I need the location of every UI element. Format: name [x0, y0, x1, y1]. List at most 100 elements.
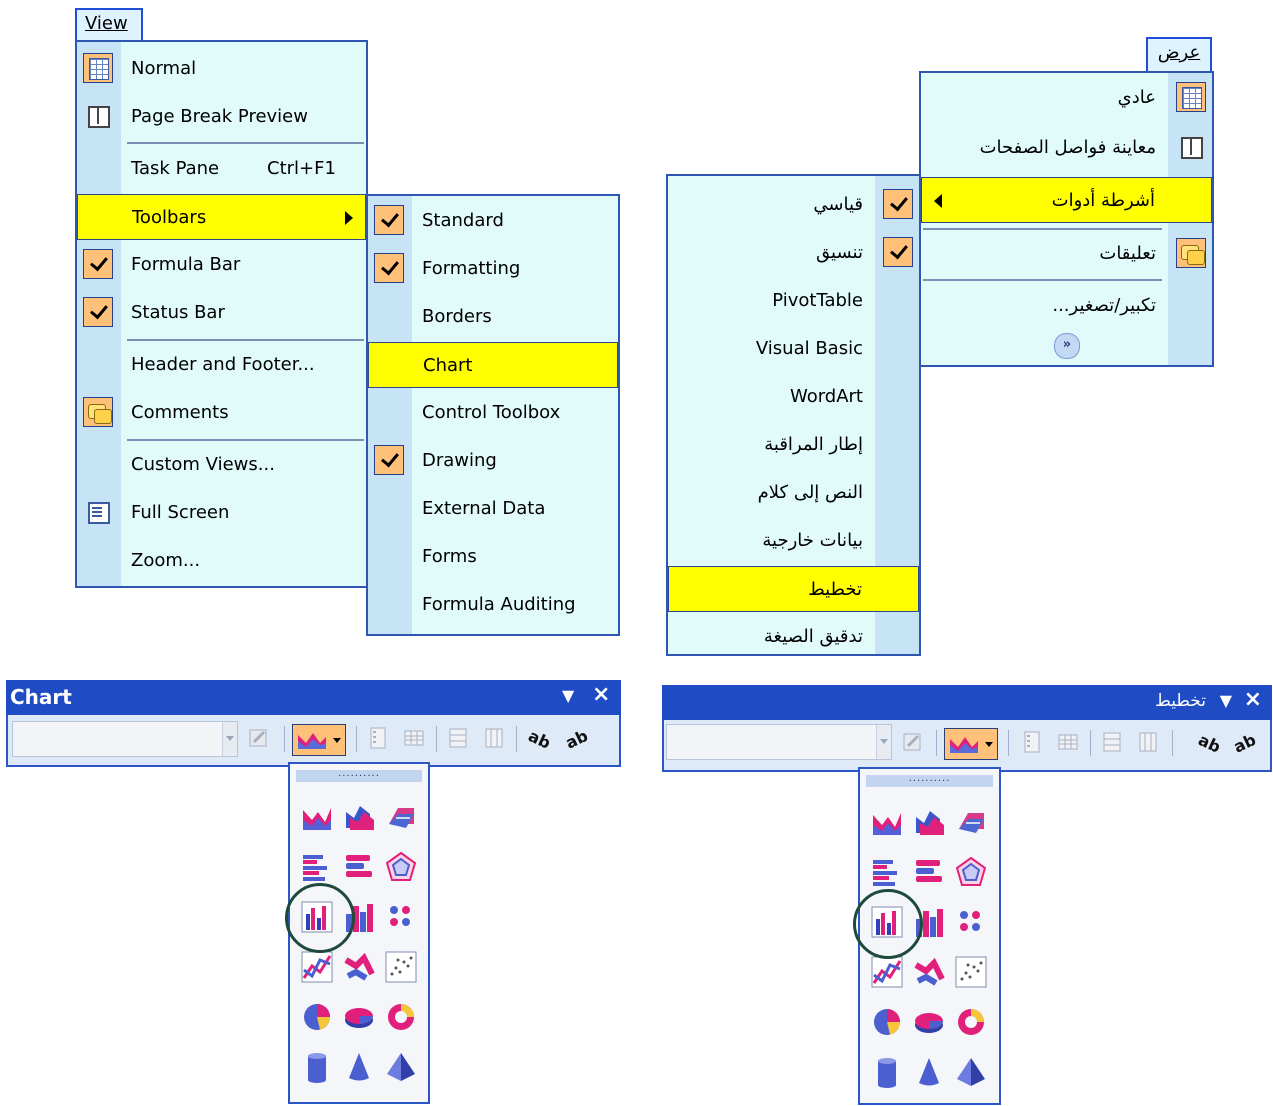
menu-item-normal[interactable]: عادي: [921, 75, 1212, 121]
data-table-icon[interactable]: [1054, 728, 1082, 756]
line-chart-icon[interactable]: [300, 950, 334, 984]
cone-chart-icon[interactable]: [342, 1050, 376, 1084]
3d-area-chart-icon[interactable]: [342, 800, 376, 834]
legend-icon[interactable]: [1018, 728, 1046, 756]
3d-bar-chart-icon[interactable]: [342, 850, 376, 884]
submenu-item-visual-basic[interactable]: Visual Basic: [668, 326, 919, 372]
pie-chart-icon[interactable]: [870, 1005, 904, 1039]
bar-chart-icon[interactable]: [870, 855, 904, 889]
chart-type-button[interactable]: [944, 728, 998, 760]
menu-item-comments[interactable]: تعليقات: [921, 231, 1212, 277]
legend-icon[interactable]: [364, 724, 392, 752]
3d-pie-chart-icon[interactable]: [342, 1000, 376, 1034]
submenu-item-formatting[interactable]: Formatting: [368, 246, 618, 292]
xy-scatter-chart-icon[interactable]: [954, 955, 988, 989]
menu-item-page-break-preview[interactable]: Page Break Preview: [77, 94, 366, 140]
submenu-item-external-data[interactable]: بيانات خارجية: [668, 518, 919, 564]
format-object-icon[interactable]: [244, 724, 272, 752]
menu-item-full-screen[interactable]: Full Screen: [77, 490, 366, 536]
submenu-item-formula-auditing[interactable]: تدقيق الصيغة: [668, 614, 919, 660]
submenu-item-watch-window[interactable]: إطار المراقبة: [668, 422, 919, 468]
area-chart-icon[interactable]: [300, 800, 334, 834]
cylinder-chart-icon[interactable]: [870, 1055, 904, 1089]
data-table-icon[interactable]: [400, 724, 428, 752]
3d-pie-chart-icon[interactable]: [912, 1005, 946, 1039]
menu-item-status-bar[interactable]: Status Bar: [77, 290, 366, 336]
3d-surface-chart-icon[interactable]: [954, 805, 988, 839]
3d-bar-chart-icon[interactable]: [912, 855, 946, 889]
submenu-item-chart[interactable]: تخطيط: [668, 566, 919, 612]
submenu-item-formatting[interactable]: تنسيق: [668, 230, 919, 276]
submenu-item-chart[interactable]: Chart: [368, 342, 618, 388]
chart-objects-dropdown[interactable]: [666, 724, 892, 760]
by-column-icon[interactable]: [1134, 728, 1162, 756]
submenu-item-control-toolbox[interactable]: Control Toolbox: [368, 390, 618, 436]
3d-line-chart-icon[interactable]: [342, 950, 376, 984]
close-icon[interactable]: ×: [592, 682, 610, 707]
submenu-item-standard[interactable]: Standard: [368, 198, 618, 244]
angle-text-upward-icon[interactable]: ab: [1230, 728, 1259, 757]
menu-item-formula-bar[interactable]: Formula Bar: [77, 242, 366, 288]
doughnut-chart-icon[interactable]: [384, 1000, 418, 1034]
menu-item-toolbars[interactable]: Toolbars: [77, 194, 366, 240]
menu-item-comments[interactable]: Comments: [77, 390, 366, 436]
menu-item-label: Custom Views...: [131, 454, 275, 475]
line-chart-icon[interactable]: [870, 955, 904, 989]
format-object-icon[interactable]: [898, 728, 926, 756]
by-row-icon[interactable]: [1098, 728, 1126, 756]
by-row-icon[interactable]: [444, 724, 472, 752]
palette-drag-handle[interactable]: ..........: [866, 774, 993, 787]
menu-item-label: أشرطة أدوات: [1051, 190, 1155, 211]
xy-scatter-chart-icon[interactable]: [384, 950, 418, 984]
bar-chart-icon[interactable]: [300, 850, 334, 884]
3d-line-chart-icon[interactable]: [912, 955, 946, 989]
angle-text-downward-icon[interactable]: ab: [525, 724, 554, 753]
menu-item-zoom[interactable]: Zoom...: [77, 538, 366, 584]
expand-menu-chevrons-icon[interactable]: »: [1054, 333, 1080, 359]
chart-toolbar-titlebar[interactable]: Chart ▼ ×: [6, 680, 621, 715]
submenu-item-formula-auditing[interactable]: Formula Auditing: [368, 582, 618, 628]
submenu-item-standard[interactable]: قياسي: [668, 182, 919, 228]
by-column-icon[interactable]: [480, 724, 508, 752]
angle-text-downward-icon[interactable]: ab: [1195, 728, 1224, 757]
menu-item-header-footer[interactable]: Header and Footer...: [77, 342, 366, 388]
submenu-item-wordart[interactable]: WordArt: [668, 374, 919, 420]
menu-item-label: عادي: [1117, 87, 1156, 108]
close-icon[interactable]: ×: [1244, 687, 1262, 712]
pyramid-chart-icon[interactable]: [384, 1050, 418, 1084]
cone-chart-icon[interactable]: [912, 1055, 946, 1089]
view-menu-tab[interactable]: View: [75, 8, 143, 42]
chart-toolbar-titlebar-ar[interactable]: × ▼ تخطيط: [662, 685, 1272, 720]
menu-item-normal[interactable]: Normal: [77, 46, 366, 92]
submenu-item-external-data[interactable]: External Data: [368, 486, 618, 532]
submenu-item-forms[interactable]: Forms: [368, 534, 618, 580]
pie-chart-icon[interactable]: [300, 1000, 334, 1034]
pyramid-chart-icon[interactable]: [954, 1055, 988, 1089]
angle-text-upward-icon[interactable]: ab: [562, 724, 591, 753]
scatter-dots-icon[interactable]: [954, 905, 988, 939]
menu-item-custom-views[interactable]: Custom Views...: [77, 442, 366, 488]
toolbar-separator: [516, 726, 517, 752]
area-chart-icon[interactable]: [870, 805, 904, 839]
radar-chart-icon[interactable]: [384, 850, 418, 884]
menu-item-page-break-preview[interactable]: معاينة فواصل الصفحات: [921, 125, 1212, 171]
palette-drag-handle[interactable]: ..........: [296, 769, 422, 782]
menu-item-toolbars[interactable]: أشرطة أدوات: [921, 177, 1212, 223]
cylinder-chart-icon[interactable]: [300, 1050, 334, 1084]
3d-area-chart-icon[interactable]: [912, 805, 946, 839]
3d-surface-chart-icon[interactable]: [384, 800, 418, 834]
toolbar-options-icon[interactable]: ▼: [562, 686, 574, 705]
chart-objects-dropdown[interactable]: [12, 721, 238, 757]
submenu-item-borders[interactable]: Borders: [368, 294, 618, 340]
view-menu-tab-ar[interactable]: عرض: [1146, 37, 1212, 73]
submenu-item-drawing[interactable]: Drawing: [368, 438, 618, 484]
doughnut-chart-icon[interactable]: [954, 1005, 988, 1039]
chart-type-button[interactable]: [292, 724, 346, 756]
toolbar-options-icon[interactable]: ▼: [1220, 691, 1232, 710]
menu-item-task-pane[interactable]: Task Pane Ctrl+F1: [77, 146, 366, 192]
scatter-dots-icon[interactable]: [384, 900, 418, 934]
menu-item-zoom[interactable]: تكبير/تصغير...: [921, 283, 1212, 329]
radar-chart-icon[interactable]: [954, 855, 988, 889]
submenu-item-pivottable[interactable]: PivotTable: [668, 278, 919, 324]
submenu-item-text-to-speech[interactable]: النص إلى كلام: [668, 470, 919, 516]
